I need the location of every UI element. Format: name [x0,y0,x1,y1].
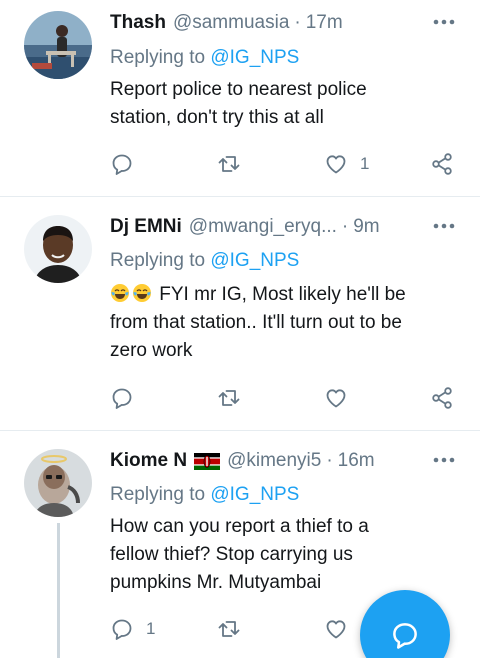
tweet-header: Kiome N @kimenyi5 · 16m [110,446,460,476]
tweet-item[interactable]: Dj EMNi @mwangi_eryq... · 9m Replying to… [0,197,480,430]
user-handle[interactable]: @kimenyi5 [227,450,321,472]
reply-count: 1 [146,619,156,638]
heart-icon [326,155,346,174]
display-name[interactable]: Dj EMNi [110,216,182,238]
more-options-icon[interactable] [432,214,456,238]
reply-button[interactable] [110,383,146,413]
mention-link[interactable]: @IG_NPS [210,484,299,505]
mention-link[interactable]: @IG_NPS [210,47,299,68]
share-icon [432,153,452,175]
reply-button[interactable] [110,149,146,179]
timestamp[interactable]: 17m [306,12,343,34]
tweet-text: How can you report a thief to a fellow t… [110,513,460,597]
tears-of-joy-emoji [111,284,129,302]
tweet-text-line: from that station.. It'll turn out to be [110,312,402,333]
tears-of-joy-emoji [133,284,151,302]
tweet-actions: 1 [0,149,480,179]
tweet-text-line: station, don't try this at all [110,107,324,128]
share-icon [432,387,452,409]
tweet-text-line: FYI mr IG, Most likely he'll be [159,284,406,305]
tweet-text-line: FYI mr IG, Most likely he'll be [110,281,460,309]
reply-icon [112,388,132,409]
timestamp[interactable]: 9m [353,216,379,238]
tweet-text: FYI mr IG, Most likely he'll be from tha… [110,281,460,365]
retweet-icon [218,156,240,172]
tweet-header: Dj EMNi @mwangi_eryq... · 9m [110,212,460,242]
user-handle[interactable]: @sammuasia [173,12,289,34]
like-button[interactable]: 1 [324,149,369,179]
heart-icon [326,620,346,639]
display-name[interactable]: Kiome N [110,450,187,472]
tweet-text-line: zero work [110,340,193,361]
tweet-text-line: How can you report a thief to a [110,516,369,537]
tweet-text: Report police to nearest police station,… [110,76,460,132]
like-button[interactable] [324,614,360,644]
reply-icon [112,154,132,175]
share-button[interactable] [430,149,454,179]
retweet-button[interactable] [217,383,253,413]
replying-to: Replying to @IG_NPS [110,47,299,69]
heart-icon [326,389,346,408]
tweet-header: Thash @sammuasia · 17m [110,8,460,38]
retweet-button[interactable] [217,614,253,644]
like-count: 1 [360,154,370,173]
tweet-text-line: fellow thief? Stop carrying us [110,544,353,565]
replying-to: Replying to @IG_NPS [110,484,299,506]
display-name[interactable]: Thash [110,12,166,34]
replying-label: Replying to [110,250,211,271]
mention-link[interactable]: @IG_NPS [210,250,299,271]
separator-dot: · [341,216,349,237]
like-button[interactable] [324,383,360,413]
retweet-icon [218,390,240,406]
separator-dot: · [326,450,333,471]
retweet-button[interactable] [217,149,253,179]
user-handle[interactable]: @mwangi_eryq... [189,216,337,238]
avatar[interactable] [24,215,92,283]
avatar[interactable] [24,11,92,79]
timestamp[interactable]: 16m [338,450,375,472]
more-options-icon[interactable] [432,448,456,472]
separator-dot: · [294,12,301,33]
retweet-icon [218,621,240,637]
tweet-item[interactable]: Thash @sammuasia · 17m Replying to @IG_N… [0,0,480,196]
share-button[interactable] [430,383,454,413]
more-options-icon[interactable] [432,10,456,34]
tweet-text-line: Report police to nearest police [110,79,367,100]
kenya-flag-emoji [194,452,221,470]
tweet-actions [0,383,480,413]
reply-icon [112,619,132,640]
replying-label: Replying to [110,484,211,505]
avatar[interactable] [24,449,92,517]
compose-reply-icon [393,623,417,649]
replying-label: Replying to [110,47,211,68]
replying-to: Replying to @IG_NPS [110,250,299,272]
reply-button[interactable]: 1 [110,614,155,644]
